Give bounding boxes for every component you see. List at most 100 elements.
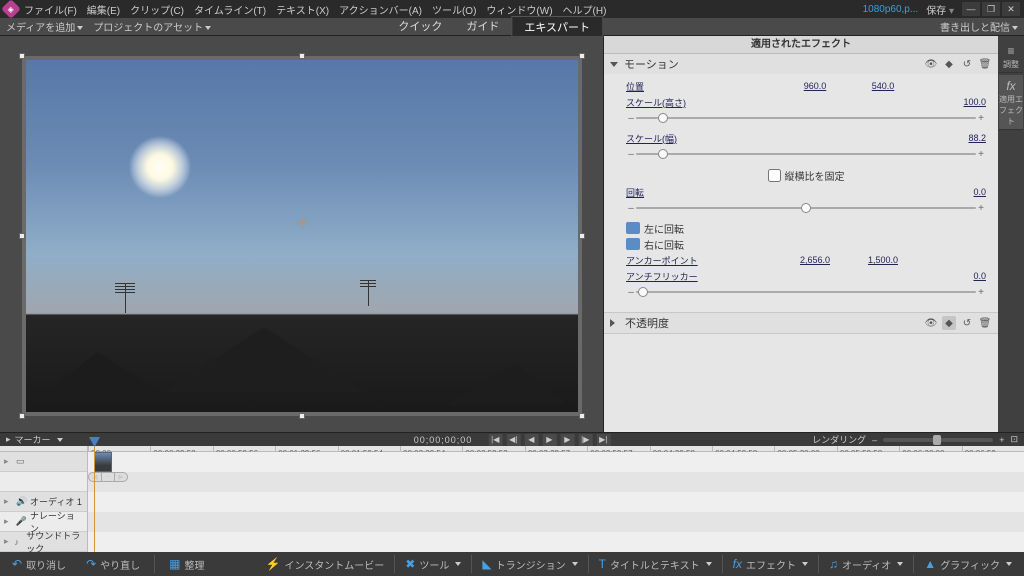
- delete-icon[interactable]: 🗑: [978, 57, 992, 71]
- project-name[interactable]: 1080p60,p...: [863, 4, 919, 15]
- main-menu-bar: ファイル(F) 編集(E) クリップ(C) タイムライン(T) テキスト(X) …: [24, 2, 606, 17]
- rotation-value[interactable]: 0.0: [973, 187, 986, 197]
- menu-tools[interactable]: ツール(O): [432, 2, 476, 17]
- ruler-tick: 00;01;29;56: [275, 446, 337, 451]
- resize-handle[interactable]: [299, 413, 305, 419]
- position-y[interactable]: 540.0: [861, 81, 905, 91]
- project-assets-button[interactable]: プロジェクトのアセット: [93, 19, 211, 34]
- organize-button[interactable]: ▦整理: [163, 555, 210, 574]
- step-back-button[interactable]: ◀|: [506, 434, 520, 446]
- effects-button[interactable]: fxエフェクト: [727, 555, 814, 574]
- preview-canvas[interactable]: [22, 56, 582, 416]
- goto-start-button[interactable]: |◀: [488, 434, 502, 446]
- transition-button[interactable]: ◣トランジション: [476, 555, 583, 574]
- reset-icon[interactable]: ↺: [960, 57, 974, 71]
- eye-icon[interactable]: 👁: [924, 57, 938, 71]
- expand-icon[interactable]: [610, 319, 619, 327]
- eye-icon[interactable]: 👁: [924, 316, 938, 330]
- tab-expert[interactable]: エキスパート: [511, 16, 603, 38]
- tab-quick[interactable]: クイック: [386, 16, 454, 38]
- tools-button[interactable]: ✖ツール: [399, 555, 467, 574]
- render-button[interactable]: レンダリング: [812, 433, 866, 446]
- rotate-left-row[interactable]: 左に回転: [626, 220, 986, 236]
- goto-end-button[interactable]: ▶|: [596, 434, 610, 446]
- rotate-right-icon[interactable]: [626, 238, 640, 250]
- timecode-display[interactable]: 00;00;00;00: [414, 435, 473, 445]
- keyframe-icon[interactable]: ◆: [942, 57, 956, 71]
- zoom-in-icon[interactable]: +: [999, 435, 1004, 445]
- delete-icon[interactable]: 🗑: [978, 316, 992, 330]
- instant-movie-button[interactable]: ⚡インスタントムービー: [260, 555, 391, 574]
- ruler-tick: 00;02;29;54: [400, 446, 462, 451]
- track-area[interactable]: ◀⎯▶: [88, 452, 1024, 552]
- window-close-button[interactable]: ✕: [1002, 2, 1020, 16]
- fit-icon[interactable]: ⊡: [1010, 434, 1018, 445]
- save-label[interactable]: 保存 ▾: [926, 2, 954, 17]
- keyframe-icon[interactable]: ◆: [942, 316, 956, 330]
- video-clip[interactable]: [94, 452, 112, 472]
- resize-handle[interactable]: [19, 413, 25, 419]
- applied-effects-tool[interactable]: fx適用エフェクト: [999, 75, 1023, 130]
- menu-help[interactable]: ヘルプ(H): [563, 2, 607, 17]
- collapse-icon[interactable]: [610, 62, 618, 67]
- marker-button[interactable]: ▸ マーカー: [6, 433, 63, 446]
- adjust-tool[interactable]: ≡調整: [999, 40, 1023, 73]
- scale-w-label: スケール(幅): [626, 132, 712, 145]
- redo-button[interactable]: ↷やり直し: [80, 555, 146, 574]
- menu-edit[interactable]: 編集(E): [87, 2, 120, 17]
- titles-button[interactable]: Tタイトルとテキスト: [593, 555, 718, 574]
- zoom-out-icon[interactable]: –: [872, 435, 877, 445]
- audio-button[interactable]: ♫オーディオ: [823, 555, 909, 574]
- export-button[interactable]: 書き出しと配信: [940, 23, 1018, 34]
- tab-guide[interactable]: ガイド: [454, 16, 511, 38]
- menu-actionbar[interactable]: アクションバー(A): [339, 2, 422, 17]
- menu-window[interactable]: ウィンドウ(W): [486, 2, 552, 17]
- antiflicker-slider[interactable]: –+: [626, 284, 986, 300]
- antiflicker-label: アンチフリッカー: [626, 270, 712, 283]
- anchor-label: アンカーポイント: [626, 254, 712, 267]
- scale-h-value[interactable]: 100.0: [963, 97, 986, 107]
- menu-text[interactable]: テキスト(X): [276, 2, 329, 17]
- reset-icon[interactable]: ↺: [960, 316, 974, 330]
- rotation-label: 回転: [626, 186, 712, 199]
- resize-handle[interactable]: [299, 53, 305, 59]
- play-button[interactable]: ▶: [542, 434, 556, 446]
- resize-handle[interactable]: [19, 53, 25, 59]
- anchor-y[interactable]: 1,500.0: [861, 255, 905, 265]
- position-x[interactable]: 960.0: [793, 81, 837, 91]
- lock-aspect-row[interactable]: 縦横比を固定: [626, 166, 986, 184]
- antiflicker-value[interactable]: 0.0: [973, 271, 986, 281]
- ruler-tick: 00;02;59;52: [462, 446, 524, 451]
- opacity-header[interactable]: 不透明度 👁 ◆ ↺ 🗑: [604, 313, 998, 333]
- menu-file[interactable]: ファイル(F): [24, 2, 77, 17]
- resize-handle[interactable]: [19, 233, 25, 239]
- lock-aspect-checkbox[interactable]: [768, 169, 781, 182]
- add-media-button[interactable]: メディアを追加: [6, 19, 83, 34]
- window-maximize-button[interactable]: ❐: [982, 2, 1000, 16]
- undo-button[interactable]: ↶取り消し: [6, 555, 72, 574]
- anchor-x[interactable]: 2,656.0: [793, 255, 837, 265]
- menu-clip[interactable]: クリップ(C): [130, 2, 184, 17]
- window-minimize-button[interactable]: —: [962, 2, 980, 16]
- zoom-slider[interactable]: [883, 438, 993, 442]
- scale-w-slider[interactable]: –+: [626, 146, 986, 162]
- rotate-right-row[interactable]: 右に回転: [626, 236, 986, 252]
- motion-header[interactable]: モーション 👁 ◆ ↺ 🗑: [604, 54, 998, 74]
- next-frame-button[interactable]: ▶: [560, 434, 574, 446]
- rotate-left-icon[interactable]: [626, 222, 640, 234]
- sound-track-header[interactable]: ▸♪サウンドトラック: [0, 532, 87, 552]
- resize-handle[interactable]: [579, 53, 585, 59]
- menu-timeline[interactable]: タイムライン(T): [194, 2, 266, 17]
- rotation-slider[interactable]: –+: [626, 200, 986, 216]
- playhead[interactable]: [94, 437, 95, 552]
- lock-aspect-label: 縦横比を固定: [785, 168, 845, 183]
- scale-h-slider[interactable]: –+: [626, 110, 986, 126]
- resize-handle[interactable]: [579, 233, 585, 239]
- scale-w-value[interactable]: 88.2: [968, 133, 986, 143]
- resize-handle[interactable]: [579, 413, 585, 419]
- step-fwd-button[interactable]: |▶: [578, 434, 592, 446]
- graphics-button[interactable]: ▲グラフィック: [918, 555, 1018, 574]
- video-track-header[interactable]: ▸▭: [0, 452, 87, 472]
- prev-frame-button[interactable]: ◀: [524, 434, 538, 446]
- anchor-point-icon[interactable]: [297, 217, 307, 227]
